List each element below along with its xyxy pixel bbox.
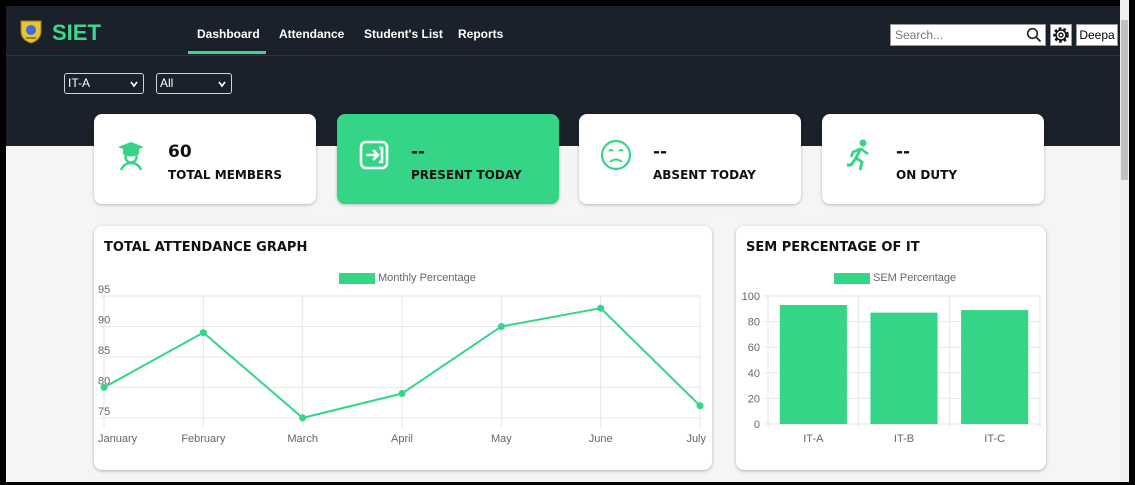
nav-active-underline — [188, 51, 266, 54]
x-tick-label: January — [98, 433, 138, 445]
absent-today-label: ABSENT TODAY — [653, 168, 756, 182]
x-tick-label: July — [686, 433, 706, 445]
y-tick-label: 0 — [754, 419, 760, 431]
search-input[interactable] — [895, 27, 1015, 43]
y-tick-label: 80 — [748, 317, 760, 329]
absent-today-value: -- — [653, 142, 668, 162]
data-point — [696, 402, 704, 410]
teacher-icon — [118, 142, 144, 171]
card-present-today: -- PRESENT TODAY — [337, 114, 559, 204]
running-person-icon — [847, 139, 869, 171]
x-tick-label: March — [287, 433, 318, 445]
data-point — [497, 322, 505, 330]
search-icon[interactable] — [1026, 27, 1042, 43]
x-tick-label: IT-B — [894, 433, 914, 445]
data-point — [597, 304, 605, 312]
data-point — [199, 329, 207, 337]
x-tick-label: June — [589, 433, 613, 445]
x-tick-label: April — [391, 433, 413, 445]
x-tick-label: May — [491, 433, 512, 445]
settings-button[interactable] — [1050, 24, 1072, 46]
scope-select[interactable]: All — [156, 73, 232, 94]
on-duty-label: ON DUTY — [896, 168, 958, 182]
chevron-down-icon — [130, 81, 138, 88]
total-members-label: TOTAL MEMBERS — [168, 168, 283, 182]
brand-name: SIET — [52, 20, 101, 45]
attendance-graph-panel: TOTAL ATTENDANCE GRAPH Monthly Percentag… — [94, 226, 712, 470]
present-today-value: -- — [411, 142, 426, 162]
bar — [961, 310, 1029, 424]
logo-icon — [20, 20, 42, 44]
nav-reports[interactable]: Reports — [458, 27, 503, 41]
sad-face-icon — [600, 139, 632, 171]
class-select[interactable]: IT-A — [64, 73, 144, 94]
attendance-line-chart: 7580859095January February March April May Ju… — [98, 284, 706, 445]
app-window: SIET Dashboard Attendance Student's List… — [6, 6, 1126, 482]
navbar: SIET Dashboard Attendance Student's List… — [6, 6, 1126, 56]
x-tick-label: IT-A — [803, 433, 824, 445]
x-tick-label: IT-C — [984, 433, 1005, 445]
card-on-duty: -- ON DUTY — [822, 114, 1044, 204]
nav-students-list[interactable]: Student's List — [364, 27, 443, 41]
gear-icon — [1053, 27, 1069, 43]
search-box — [890, 24, 1046, 46]
present-today-label: PRESENT TODAY — [411, 168, 522, 182]
nav-attendance[interactable]: Attendance — [279, 27, 344, 41]
data-point — [100, 383, 108, 391]
y-tick-label: 20 — [748, 393, 760, 405]
class-select-value: IT-A — [68, 76, 91, 90]
x-tick-label: February — [181, 433, 226, 445]
chevron-down-icon — [218, 81, 226, 88]
data-point — [398, 390, 406, 398]
scrollbar-thumb[interactable] — [1121, 20, 1128, 180]
total-members-value: 60 — [168, 142, 192, 162]
user-button[interactable]: Deepa — [1076, 24, 1118, 46]
y-tick-label: 95 — [98, 284, 110, 296]
sem-percentage-panel: SEM PERCENTAGE OF IT SEM Percentage 0 20 4… — [736, 226, 1046, 470]
card-absent-today: -- ABSENT TODAY — [579, 114, 801, 204]
nav-dashboard[interactable]: Dashboard — [197, 27, 260, 41]
sign-in-icon — [359, 140, 389, 170]
scope-select-value: All — [160, 76, 174, 90]
sem-bar-chart: 0 20 40 60 80 100 IT-A IT-B IT-C — [742, 291, 1041, 445]
y-tick-label: 40 — [748, 368, 760, 380]
on-duty-value: -- — [896, 142, 911, 162]
y-tick-label: 60 — [748, 342, 760, 354]
bar — [779, 304, 847, 424]
bar — [870, 312, 938, 424]
y-tick-label: 100 — [742, 291, 760, 303]
data-point — [299, 414, 307, 422]
card-total-members: 60 TOTAL MEMBERS — [94, 114, 316, 204]
